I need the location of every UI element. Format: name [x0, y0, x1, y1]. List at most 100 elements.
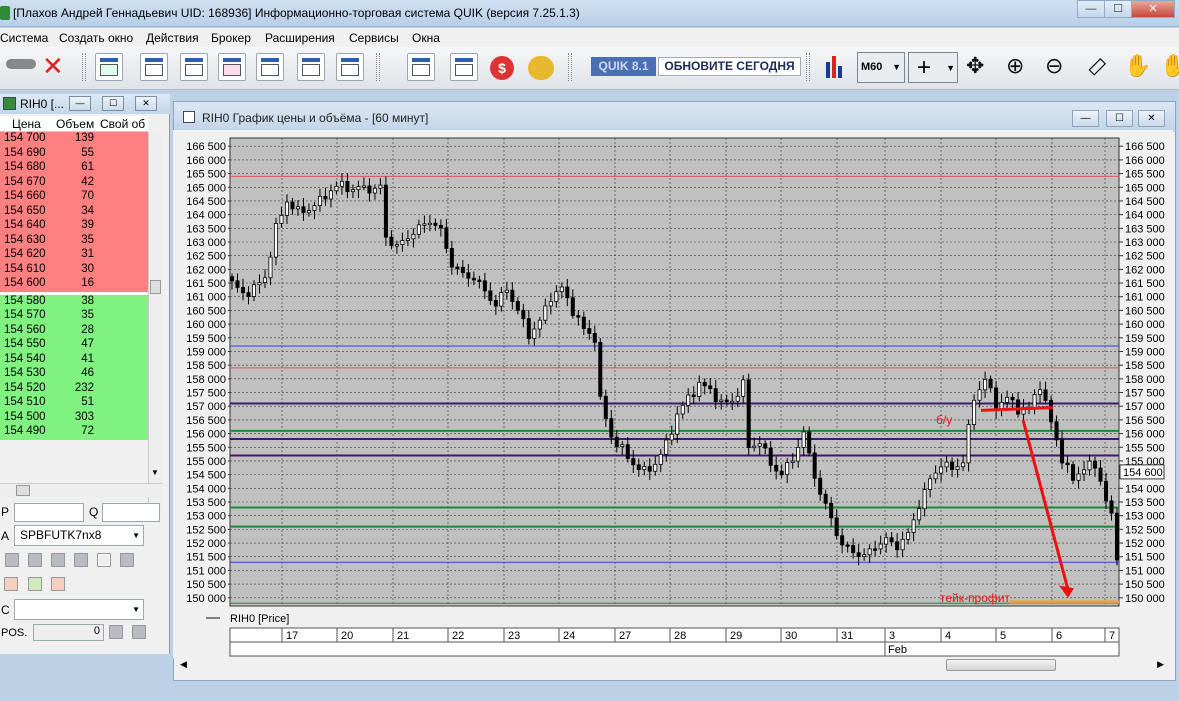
action-button[interactable]	[97, 553, 111, 567]
maximize-button[interactable]: ☐	[1104, 0, 1132, 18]
candle-body	[1043, 389, 1048, 401]
interval-select[interactable]: M60 ▼	[857, 52, 905, 83]
comment-select[interactable]: ▼	[14, 599, 144, 620]
money-icon[interactable]: $	[490, 56, 514, 80]
buy-row[interactable]: 154 580 38	[0, 294, 148, 309]
sell-row[interactable]: 154 640 39	[0, 219, 148, 234]
chart-hscroll[interactable]: ◀ ▶	[175, 657, 1170, 674]
menu-extensions[interactable]: Расширения	[265, 31, 335, 45]
update-today-button[interactable]: ОБНОВИТЕ СЕГОДНЯ	[658, 57, 801, 76]
scroll-down-icon[interactable]: ▼	[151, 468, 159, 477]
sell-row[interactable]: 154 670 42	[0, 175, 148, 190]
menu-broker[interactable]: Брокер	[211, 31, 251, 45]
buy-row[interactable]: 154 490 72	[0, 425, 148, 440]
position-button[interactable]	[109, 625, 123, 639]
new-table-icon[interactable]	[95, 53, 123, 81]
sell-row[interactable]: 154 630 35	[0, 233, 148, 248]
y-tick-label-left: 156 000	[186, 429, 226, 441]
orderbook-hscroll[interactable]	[0, 483, 162, 497]
action-button[interactable]	[51, 553, 65, 567]
menu-services[interactable]: Сервисы	[349, 31, 399, 45]
zoom-in-icon[interactable]: ⊕	[1006, 55, 1024, 77]
settings-table-icon[interactable]	[297, 53, 325, 81]
sell-row[interactable]: 154 650 34	[0, 204, 148, 219]
scroll-left-icon[interactable]: ◀	[180, 659, 187, 670]
bar-chart-icon[interactable]	[826, 54, 844, 78]
pan-hand-icon[interactable]: ✋	[1160, 55, 1179, 77]
action-button[interactable]	[5, 553, 19, 567]
position-button[interactable]	[132, 625, 146, 639]
sell-row[interactable]: 154 620 31	[0, 248, 148, 263]
orderbook-maximize-button[interactable]: ☐	[102, 96, 124, 111]
toolbar-separator	[806, 53, 810, 81]
candle-body	[636, 464, 641, 470]
sell-stop-icon[interactable]	[51, 577, 65, 591]
account-select[interactable]: SPBFUTK7nx8 ▼	[14, 525, 144, 546]
stop-order-icon[interactable]	[4, 577, 18, 591]
sell-row[interactable]: 154 700 139	[0, 132, 148, 147]
zoom-out-icon[interactable]: ⊖	[1045, 55, 1063, 77]
scroll-right-icon[interactable]: ▶	[1157, 659, 1164, 670]
sell-row[interactable]: 154 610 30	[0, 262, 148, 277]
candle-body	[510, 289, 515, 302]
cursor-mode-select[interactable]: + ▼	[908, 52, 958, 83]
quotes-icon[interactable]	[218, 53, 246, 81]
sell-row[interactable]: 154 680 61	[0, 161, 148, 176]
buy-row[interactable]: 154 560 28	[0, 323, 148, 338]
sell-row[interactable]: 154 660 70	[0, 190, 148, 205]
column-price[interactable]: Цена	[12, 117, 41, 131]
orders-icon[interactable]	[407, 53, 435, 81]
remove-table-icon[interactable]	[336, 53, 364, 81]
graph-icon[interactable]	[180, 53, 208, 81]
orderbook-vscroll[interactable]: ▼	[148, 132, 162, 512]
menu-windows[interactable]: Окна	[412, 31, 440, 45]
price-input[interactable]	[14, 503, 84, 522]
buy-row[interactable]: 154 520 232	[0, 381, 148, 396]
menu-create-window[interactable]: Создать окно	[59, 31, 133, 45]
row-own-volume	[98, 132, 148, 147]
disconnect-icon[interactable]: ✕	[42, 53, 64, 79]
scroll-thumb[interactable]	[16, 485, 30, 496]
scroll-thumb[interactable]	[946, 659, 1056, 671]
menu-system[interactable]: Система	[0, 31, 48, 45]
column-own-volume[interactable]: Свой об	[100, 117, 145, 131]
candle-body	[609, 418, 614, 438]
hand-icon[interactable]: ✋	[1124, 55, 1151, 77]
quantity-input[interactable]	[102, 503, 160, 522]
close-button[interactable]: ✕	[1131, 0, 1175, 18]
column-volume[interactable]: Объем	[56, 117, 94, 131]
sell-row[interactable]: 154 600 16	[0, 277, 148, 292]
buy-row[interactable]: 154 500 303	[0, 410, 148, 425]
coins-icon[interactable]	[528, 56, 554, 80]
orderbook-minimize-button[interactable]: —	[69, 96, 91, 111]
candle-body	[416, 224, 421, 235]
deals-icon[interactable]	[256, 53, 284, 81]
chart-maximize-button[interactable]: ☐	[1106, 110, 1133, 127]
scroll-thumb[interactable]	[150, 280, 161, 294]
move-icon[interactable]: ✥	[966, 55, 984, 77]
sell-row[interactable]: 154 690 55	[0, 146, 148, 161]
buy-row[interactable]: 154 570 35	[0, 309, 148, 324]
buy-stop-icon[interactable]	[28, 577, 42, 591]
trade-hand-icon[interactable]	[450, 53, 478, 81]
action-button[interactable]	[74, 553, 88, 567]
buy-row[interactable]: 154 550 47	[0, 338, 148, 353]
row-volume: 35	[81, 233, 94, 246]
chart-close-button[interactable]: ✕	[1138, 110, 1165, 127]
buy-row[interactable]: 154 510 51	[0, 396, 148, 411]
candle-body	[669, 433, 674, 441]
price-chart[interactable]: 150 000 150 000 150 500 150 500 151 000 151 0…	[173, 130, 1173, 658]
row-price: 154 670	[4, 175, 46, 188]
buy-row[interactable]: 154 540 41	[0, 352, 148, 367]
action-button[interactable]	[28, 553, 42, 567]
chart-window-icon[interactable]	[140, 53, 168, 81]
row-own-volume	[98, 410, 148, 425]
chart-minimize-button[interactable]: —	[1072, 110, 1099, 127]
action-button[interactable]	[120, 553, 134, 567]
key-icon[interactable]	[6, 59, 36, 69]
quik-version-badge[interactable]: QUIK 8.1	[591, 57, 656, 76]
orderbook-close-button[interactable]: ✕	[135, 96, 157, 111]
minimize-button[interactable]: —	[1077, 0, 1105, 18]
buy-row[interactable]: 154 530 46	[0, 367, 148, 382]
menu-actions[interactable]: Действия	[146, 31, 199, 45]
